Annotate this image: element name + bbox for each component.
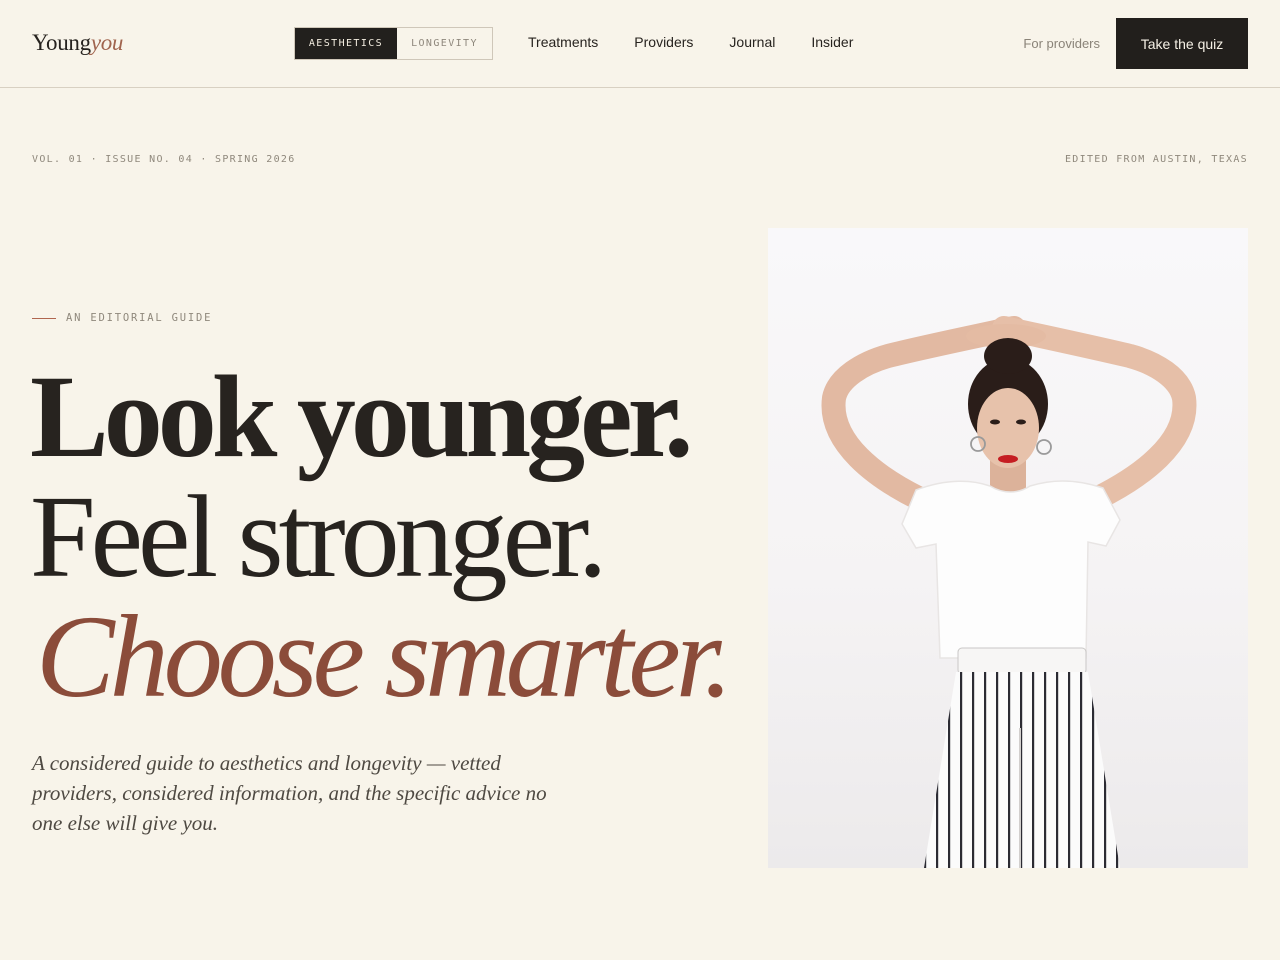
headline-line-1: Look younger. xyxy=(30,351,693,482)
location-info: EDITED FROM AUSTIN, TEXAS xyxy=(1064,154,1248,165)
eyebrow-label: AN EDITORIAL GUIDE xyxy=(66,312,213,324)
main-nav: Treatments Providers Journal Insider xyxy=(528,34,853,50)
logo[interactable]: Youngyou xyxy=(32,30,123,56)
hero-photo-illustration xyxy=(821,316,1197,868)
hero-subheading: A considered guide to aesthetics and lon… xyxy=(32,751,547,835)
hero-image xyxy=(768,228,1248,868)
nav-insider[interactable]: Insider xyxy=(811,34,853,50)
headline-line-2: Feel stronger. xyxy=(30,471,607,602)
for-providers-link[interactable]: For providers xyxy=(1023,36,1100,51)
nav-providers[interactable]: Providers xyxy=(634,34,693,50)
toggle-longevity[interactable]: LONGEVITY xyxy=(397,28,492,59)
issue-info: VOL. 01 · ISSUE NO. 04 · SPRING 2026 xyxy=(32,154,296,165)
nav-treatments[interactable]: Treatments xyxy=(528,34,598,50)
toggle-aesthetics[interactable]: AESTHETICS xyxy=(295,28,397,59)
logo-main: Young xyxy=(32,30,91,55)
eyebrow-rule xyxy=(32,317,56,319)
site-header: Youngyou AESTHETICS LONGEVITY Treatments… xyxy=(0,0,1280,88)
take-quiz-button[interactable]: Take the quiz xyxy=(1116,18,1248,69)
category-toggle: AESTHETICS LONGEVITY xyxy=(294,27,493,60)
nav-journal[interactable]: Journal xyxy=(729,34,775,50)
eyebrow: AN EDITORIAL GUIDE xyxy=(32,312,212,324)
logo-accent: you xyxy=(90,30,124,55)
headline-line-3: Choose smarter. xyxy=(36,591,733,722)
